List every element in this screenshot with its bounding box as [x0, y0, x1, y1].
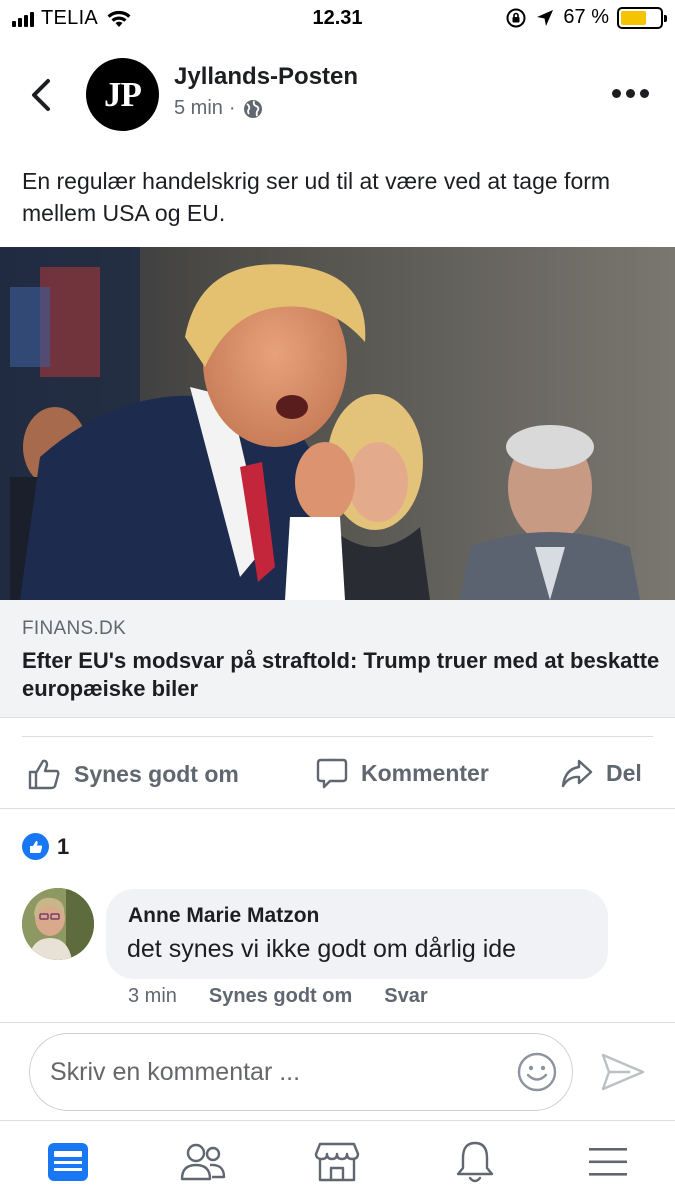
thumbs-up-icon	[28, 759, 60, 790]
globe-icon	[243, 99, 262, 118]
notifications-icon[interactable]	[452, 1139, 498, 1185]
page-name[interactable]: Jyllands-Posten	[174, 63, 358, 91]
like-reaction-icon	[22, 833, 49, 860]
share-label: Del	[606, 759, 642, 786]
status-right: 67 %	[505, 6, 667, 29]
battery-icon	[617, 6, 667, 29]
post-header: JP Jyllands-Posten 5 min ·	[0, 55, 675, 135]
post-time[interactable]: 5 min	[174, 97, 223, 120]
news-photo	[0, 247, 675, 600]
marketplace-icon[interactable]	[314, 1139, 360, 1185]
friends-icon[interactable]	[180, 1139, 226, 1185]
post-text: En regulær handelskrig ser ud til at vær…	[22, 168, 611, 226]
divider	[0, 1022, 675, 1023]
post-meta: 5 min ·	[174, 97, 264, 120]
reaction-count: 1	[57, 833, 70, 859]
action-bar: Synes godt om Kommenter Del	[0, 740, 675, 808]
divider	[0, 808, 675, 809]
bottom-tab-bar	[0, 1120, 675, 1200]
menu-icon[interactable]	[585, 1139, 631, 1185]
comment-bubble[interactable]: Anne Marie Matzon det synes vi ikke godt…	[106, 889, 608, 979]
comment-icon	[316, 758, 348, 789]
like-label: Synes godt om	[74, 760, 239, 787]
share-arrow-icon	[561, 759, 593, 788]
commenter-avatar[interactable]	[22, 888, 94, 960]
comment-input[interactable]	[50, 1050, 490, 1094]
comment-like-button[interactable]: Synes godt om	[209, 985, 352, 1008]
comment-reply-button[interactable]: Svar	[384, 985, 427, 1008]
comment-meta: 3 min Synes godt om Svar	[128, 985, 428, 1008]
rotation-lock-icon	[506, 8, 526, 27]
meta-separator: ·	[228, 97, 236, 119]
send-icon[interactable]	[600, 1052, 646, 1092]
comment-time: 3 min	[128, 985, 177, 1007]
comment-author[interactable]: Anne Marie Matzon	[128, 904, 319, 928]
reaction-summary[interactable]: 1	[22, 833, 69, 860]
link-preview[interactable]: FINANS.DK Efter EU's modsvar på straftol…	[0, 600, 675, 718]
comment-button[interactable]: Kommenter	[315, 756, 489, 790]
share-button[interactable]: Del	[560, 756, 642, 790]
link-image[interactable]	[0, 247, 675, 600]
news-feed-icon[interactable]	[45, 1139, 91, 1185]
emoji-icon[interactable]	[516, 1051, 558, 1093]
more-options-icon[interactable]	[612, 89, 649, 98]
comment-composer	[29, 1033, 573, 1111]
comment-text: det synes vi ikke godt om dårlig ide	[127, 935, 517, 963]
page-avatar[interactable]: JP	[86, 58, 159, 131]
comment-label: Kommenter	[361, 759, 489, 786]
divider	[22, 736, 653, 737]
link-title: Efter EU's modsvar på straftold: Trump t…	[22, 648, 660, 701]
battery-percent: 67 %	[563, 6, 609, 28]
link-domain: FINANS.DK	[22, 618, 127, 639]
status-bar: TELIA 12.31 67 %	[0, 0, 675, 38]
back-arrow-icon[interactable]	[26, 75, 58, 115]
like-button[interactable]: Synes godt om	[26, 756, 239, 792]
location-icon	[537, 9, 554, 26]
battery-fill	[621, 10, 647, 25]
